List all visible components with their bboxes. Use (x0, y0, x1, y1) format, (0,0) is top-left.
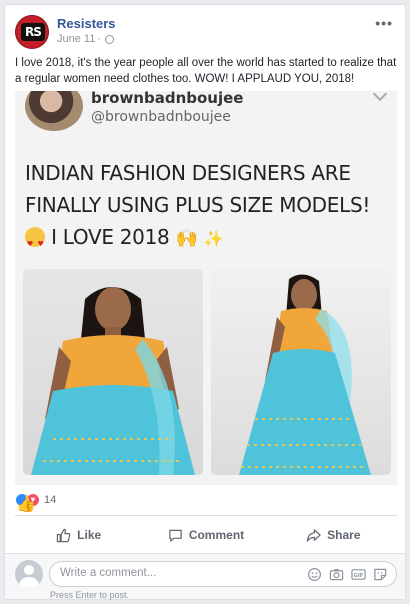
post-header: RS Resisters June 11 · ••• (15, 13, 395, 51)
globe-icon (105, 34, 114, 44)
heart-eyes-emoji-icon (25, 227, 45, 260)
tweet-line-3: I LOVE 2018 (51, 225, 170, 249)
sticker-icon[interactable] (373, 567, 388, 582)
like-reaction-icon (15, 493, 29, 507)
reaction-count[interactable]: 14 (44, 494, 56, 506)
comment-input-box[interactable]: GIF (49, 561, 397, 587)
share-label: Share (327, 528, 361, 542)
press-enter-hint: Press Enter to post. (50, 590, 130, 600)
svg-text:GIF: GIF (354, 573, 364, 579)
like-label: Like (77, 528, 102, 542)
raised-hands-emoji-icon: 🙌 (175, 228, 198, 249)
share-button[interactable]: Share (270, 521, 397, 549)
tweet-text: INDIAN FASHION DESIGNERS ARE FINALLY USI… (25, 157, 395, 260)
tweet-line-2: FINALLY USING PLUS SIZE MODELS! (25, 193, 371, 217)
photo-model-left (23, 269, 203, 475)
tweet-avatar (25, 91, 83, 131)
more-options-icon[interactable]: ••• (375, 15, 393, 31)
page-avatar-logo: RS (21, 23, 45, 41)
reactions-summary[interactable]: ♥ 14 (15, 492, 56, 508)
post-date[interactable]: June 11 (57, 33, 95, 45)
page-avatar[interactable]: RS (15, 15, 49, 49)
sparkles-emoji-icon: ✨ (203, 229, 224, 248)
tweet-display-name: brownbadnboujee (91, 91, 244, 107)
camera-icon[interactable] (329, 567, 344, 582)
gif-icon[interactable]: GIF (351, 567, 366, 582)
post-meta: June 11 · (57, 33, 114, 45)
tweet-line-3-wrap: I LOVE 2018 🙌 ✨ (25, 221, 395, 260)
action-bar: Like Comment Share (15, 521, 397, 549)
viewer-avatar (15, 560, 43, 588)
post-card: RS Resisters June 11 · ••• I love 2018, … (4, 4, 406, 600)
meta-separator: · (97, 33, 101, 45)
model-right-illustration (239, 274, 371, 475)
post-text: I love 2018, it's the year people all ov… (15, 57, 397, 85)
comment-tools: GIF (307, 567, 388, 582)
comment-input[interactable] (60, 567, 300, 579)
divider-top (15, 515, 397, 516)
shared-image[interactable]: brownbadnboujee @brownbadnboujee INDIAN … (15, 91, 397, 485)
tweet-handle: @brownbadnboujee (91, 109, 231, 125)
comment-label: Comment (188, 528, 245, 542)
comment-composer: GIF Press Enter to post. (5, 553, 405, 600)
like-button[interactable]: Like (15, 521, 142, 549)
thumbs-up-icon (56, 528, 71, 542)
comment-bubble-icon (169, 529, 182, 542)
comment-button[interactable]: Comment (142, 521, 269, 549)
share-arrow-icon (306, 528, 321, 542)
tweet-line-1: INDIAN FASHION DESIGNERS ARE (25, 161, 351, 185)
page-name-link[interactable]: Resisters (57, 16, 116, 31)
model-left-illustration (31, 287, 195, 475)
chevron-down-icon (372, 91, 388, 102)
photo-model-right (211, 269, 391, 475)
emoji-icon[interactable] (307, 567, 322, 582)
